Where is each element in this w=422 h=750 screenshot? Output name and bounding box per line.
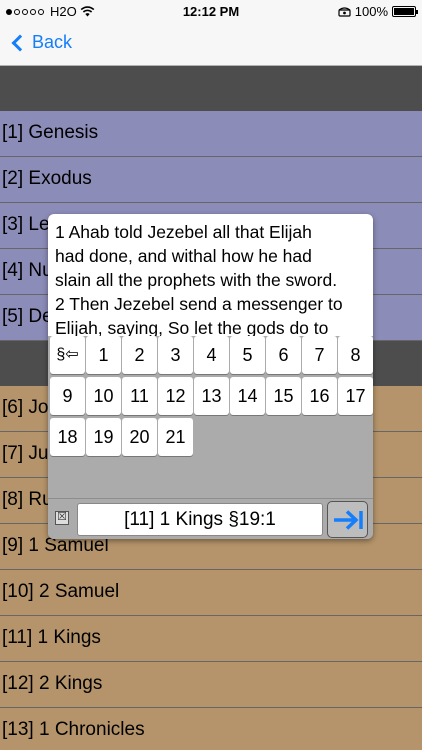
chapter-key[interactable]: 19 (86, 418, 121, 456)
verse-line: 2 Then Jezebel send a messenger to (55, 294, 343, 314)
status-right: 100% (338, 4, 418, 19)
chapter-key[interactable]: 16 (302, 377, 337, 415)
chapter-key[interactable]: 13 (194, 377, 229, 415)
book-row-1-kings[interactable]: [11] 1 Kings (0, 616, 422, 662)
chapter-key[interactable]: 5 (230, 336, 265, 374)
chapter-key[interactable]: 11 (122, 377, 157, 415)
verse-preview[interactable]: 1 Ahab told Jezebel all that Elijah had … (48, 214, 373, 336)
battery-fill (394, 8, 414, 15)
chapter-key[interactable]: 15 (266, 377, 301, 415)
section-back-key[interactable]: §⇦ (50, 336, 85, 374)
chapter-key-grid: §⇦ 1 2 3 4 5 6 7 8 9 10 11 12 13 14 15 1… (48, 336, 373, 498)
book-row-genesis[interactable]: [1] Genesis (0, 111, 422, 157)
book-row-exodus[interactable]: [2] Exodus (0, 157, 422, 203)
battery-percent: 100% (354, 4, 388, 19)
book-row-1-chronicles[interactable]: [13] 1 Chronicles (0, 708, 422, 750)
chapter-key[interactable]: 17 (338, 377, 373, 415)
chapter-key[interactable]: 9 (50, 377, 85, 415)
chapter-key[interactable]: 10 (86, 377, 121, 415)
chapter-key[interactable]: 7 (302, 336, 337, 374)
reference-bar: ☒ [11] 1 Kings §19:1 (48, 498, 373, 539)
verse-line: had done, and withal how he had (55, 246, 312, 266)
book-row-2-kings[interactable]: [12] 2 Kings (0, 662, 422, 708)
chapter-key[interactable]: 3 (158, 336, 193, 374)
book-row-2-samuel[interactable]: [10] 2 Samuel (0, 570, 422, 616)
chapter-key[interactable]: 6 (266, 336, 301, 374)
go-button[interactable] (327, 501, 368, 538)
back-button[interactable]: Back (10, 32, 72, 53)
section-header (0, 66, 422, 111)
chapter-key[interactable]: 12 (158, 377, 193, 415)
navigation-bar: Back (0, 24, 422, 66)
chapter-key[interactable]: 2 (122, 336, 157, 374)
clear-icon[interactable]: ☒ (55, 511, 69, 525)
verse-line: slain all the prophets with the sword. (55, 270, 338, 290)
chevron-left-icon (11, 34, 29, 51)
status-bar: H2O 12:12 PM 100% (0, 0, 422, 24)
battery-icon (392, 6, 418, 17)
chapter-key[interactable]: 21 (158, 418, 193, 456)
phone-icon (338, 6, 351, 17)
verse-line: Elijah, saying, So let the gods do to (55, 318, 329, 336)
chapter-key[interactable]: 4 (194, 336, 229, 374)
chapter-key[interactable]: 20 (122, 418, 157, 456)
chapter-picker-popup: 1 Ahab told Jezebel all that Elijah had … (48, 214, 373, 539)
verse-line: 1 Ahab told Jezebel all that Elijah (55, 222, 312, 242)
chapter-key[interactable]: 18 (50, 418, 85, 456)
arrow-to-right-icon (333, 509, 363, 530)
back-label: Back (32, 32, 73, 52)
chapter-key[interactable]: 1 (86, 336, 121, 374)
chapter-key[interactable]: 14 (230, 377, 265, 415)
chapter-key[interactable]: 8 (338, 336, 373, 374)
reference-field[interactable]: [11] 1 Kings §19:1 (77, 503, 323, 536)
